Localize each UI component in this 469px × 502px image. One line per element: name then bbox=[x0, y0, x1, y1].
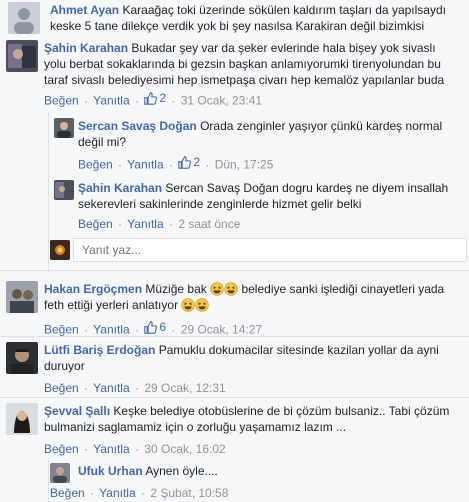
commenter-name[interactable]: Lütfi Bariş Erdoğan bbox=[44, 343, 155, 357]
like-link[interactable]: Beğen bbox=[78, 158, 113, 172]
timestamp[interactable]: 31 Ocak, 23:41 bbox=[181, 94, 262, 108]
avatar[interactable] bbox=[6, 281, 38, 313]
avatar[interactable] bbox=[6, 342, 38, 374]
divider bbox=[0, 336, 469, 337]
grinning-squint-emoji bbox=[210, 282, 224, 296]
timestamp[interactable]: 29 Ocak, 12:31 bbox=[144, 381, 225, 395]
comment-actions: Beğen · Yanıtla · 30 Ocak, 16:02 bbox=[44, 442, 226, 456]
divider bbox=[0, 270, 469, 271]
like-count[interactable]: 6 bbox=[144, 319, 166, 335]
mention[interactable]: Sercan Savaş Doğan bbox=[165, 181, 278, 195]
comment-text: Aynen öyle.... bbox=[145, 464, 218, 478]
like-link[interactable]: Beğen bbox=[44, 442, 79, 456]
avatar[interactable] bbox=[54, 118, 74, 138]
comment-actions: Beğen · Yanıtla · 2 Şubat, 10:58 bbox=[50, 486, 229, 500]
thumbs-up-icon bbox=[178, 155, 192, 169]
reply-comment: Sercan Savaş Doğan Orada zenginler yaşıy… bbox=[54, 118, 469, 173]
timestamp[interactable]: 2 Şubat, 10:58 bbox=[150, 486, 228, 500]
thread-line bbox=[48, 458, 49, 502]
comment: Ahmet Ayan Karaağaç toki üzerinde söküle… bbox=[0, 0, 469, 34]
commenter-name[interactable]: Şevval Şallı bbox=[44, 404, 110, 418]
grinning-squint-emoji bbox=[181, 298, 196, 312]
reply-link[interactable]: Yanıtla bbox=[99, 486, 135, 500]
reply-comment: Ufuk Urhan Aynen öyle.... Beğen · Yanıtl… bbox=[50, 463, 469, 501]
comment-text: Müziğe bak bbox=[145, 282, 207, 296]
timestamp[interactable]: 29 Ocak, 14:27 bbox=[181, 323, 262, 337]
like-link[interactable]: Beğen bbox=[44, 381, 79, 395]
commenter-name[interactable]: Sercan Savaş Doğan bbox=[78, 119, 197, 133]
like-count[interactable]: 2 bbox=[144, 90, 166, 106]
reply-input-box[interactable] bbox=[73, 238, 467, 262]
timestamp[interactable]: 2 saat önce bbox=[178, 217, 240, 231]
timestamp[interactable]: 30 Ocak, 16:02 bbox=[144, 442, 225, 456]
avatar[interactable] bbox=[6, 403, 38, 435]
thumbs-up-icon bbox=[144, 320, 158, 334]
reply-link[interactable]: Yanıtla bbox=[93, 381, 129, 395]
reply-input[interactable] bbox=[74, 239, 466, 261]
comment: Şevval Şallı Keşke belediye otobüslerine… bbox=[0, 403, 469, 457]
reply-comment: Şahin Karahan Sercan Savaş Doğan dogru k… bbox=[54, 180, 469, 232]
reply-link[interactable]: Yanıtla bbox=[127, 158, 163, 172]
avatar[interactable] bbox=[50, 463, 70, 483]
reply-link[interactable]: Yanıtla bbox=[93, 442, 129, 456]
grinning-squint-emoji bbox=[195, 298, 210, 312]
like-link[interactable]: Beğen bbox=[50, 486, 85, 500]
reply-link[interactable]: Yanıtla bbox=[93, 323, 129, 337]
grinning-squint-emoji bbox=[224, 282, 238, 296]
divider bbox=[0, 397, 469, 398]
thread-line bbox=[48, 112, 49, 272]
comment: Lütfi Bariş Erdoğan Pamuklu dokumacilar … bbox=[0, 342, 469, 396]
reply-link[interactable]: Yanıtla bbox=[127, 217, 163, 231]
commenter-name[interactable]: Ahmet Ayan bbox=[50, 3, 119, 17]
comment-actions: Beğen · Yanıtla · 29 Ocak, 12:31 bbox=[44, 381, 226, 395]
comment: Hakan Ergöçmen Müziğe bak belediye sanki… bbox=[0, 281, 469, 338]
comment-actions: Beğen · Yanıtla · 2 · 31 Ocak, 23:41 bbox=[44, 90, 263, 108]
comment-actions: Beğen · Yanıtla · 2 · Dün, 17:25 bbox=[78, 154, 274, 172]
timestamp[interactable]: Dün, 17:25 bbox=[215, 158, 274, 172]
commenter-name[interactable]: Hakan Ergöçmen bbox=[44, 282, 142, 296]
current-user-avatar bbox=[50, 240, 70, 260]
reply-link[interactable]: Yanıtla bbox=[93, 94, 129, 108]
commenter-name[interactable]: Şahin Karahan bbox=[78, 181, 162, 195]
like-link[interactable]: Beğen bbox=[44, 94, 79, 108]
like-link[interactable]: Beğen bbox=[78, 217, 113, 231]
thumbs-up-icon bbox=[144, 91, 158, 105]
avatar[interactable] bbox=[8, 2, 40, 34]
commenter-name[interactable]: Ufuk Urhan bbox=[78, 464, 143, 478]
like-count[interactable]: 2 bbox=[178, 154, 200, 170]
comment-actions: Beğen · Yanıtla · 6 · 29 Ocak, 14:27 bbox=[44, 319, 263, 337]
avatar[interactable] bbox=[6, 40, 38, 72]
like-link[interactable]: Beğen bbox=[44, 323, 79, 337]
commenter-name[interactable]: Şahin Karahan bbox=[44, 41, 128, 55]
comment-actions: Beğen · Yanıtla · 2 saat önce bbox=[78, 217, 241, 231]
avatar[interactable] bbox=[54, 180, 74, 200]
comment: Şahin Karahan Bukadar şey var da şeker e… bbox=[0, 40, 469, 109]
